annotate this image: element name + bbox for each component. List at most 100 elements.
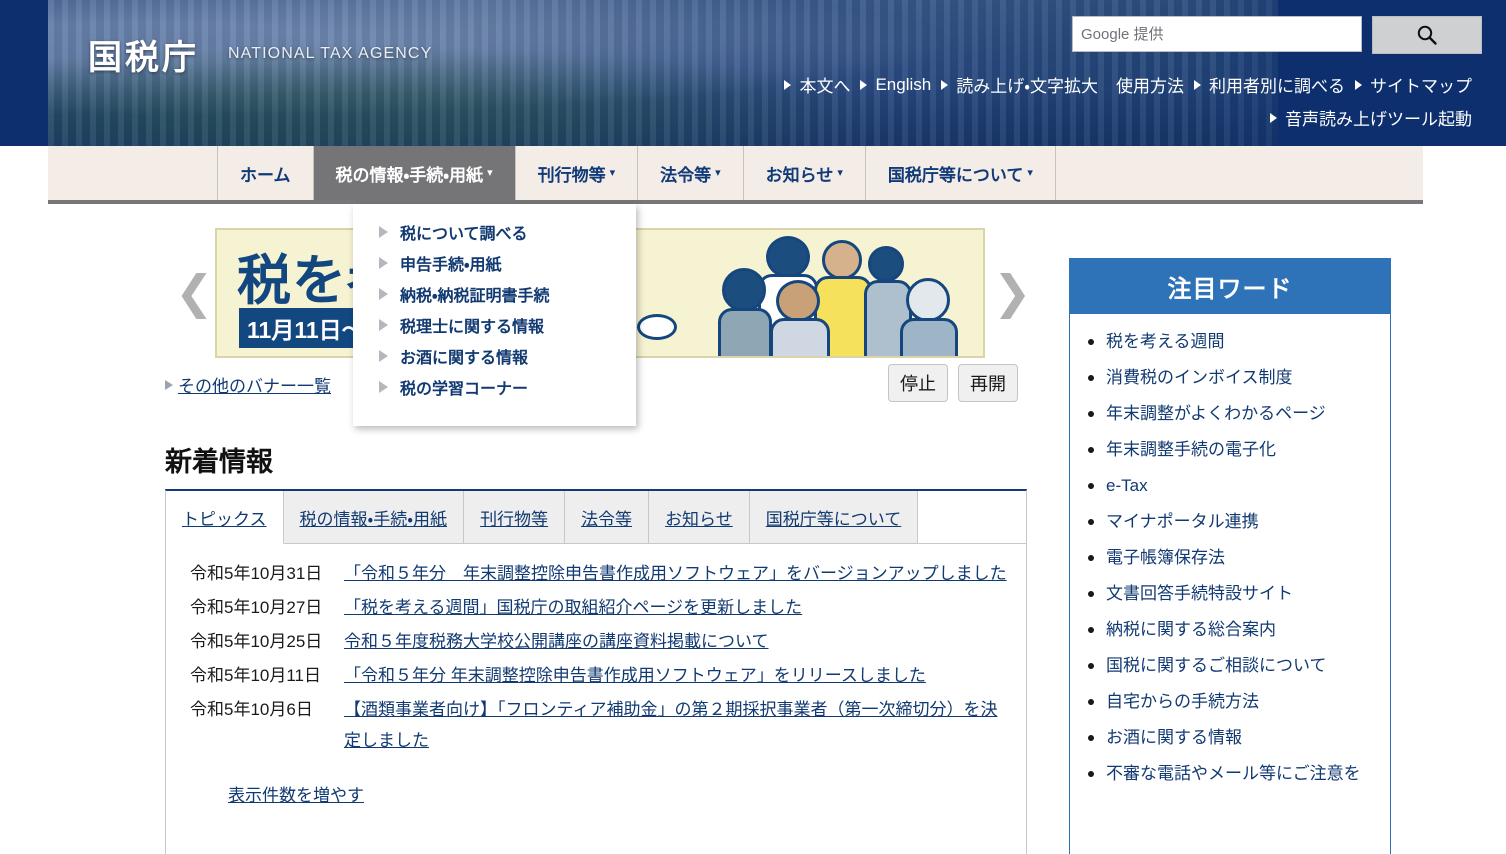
news-item: 令和5年10月11日 「令和５年分 年末調整控除申告書作成用ソフトウェア」をリリ… xyxy=(184,660,1008,691)
nav-item-laws[interactable]: 法令等 ▾ xyxy=(638,146,744,200)
dropdown-item-payment-certificate[interactable]: 納税・納税証明書手続 xyxy=(353,278,636,309)
triangle-bullet-icon xyxy=(1355,79,1362,90)
nav-item-label: 国税庁等について xyxy=(887,165,1024,185)
global-nav: ホーム 税の情報・手続・用紙 ▾ 刊行物等 ▾ 法令等 ▾ お知らせ ▾ 国税庁… xyxy=(48,146,1423,204)
dropdown-item-filing-forms[interactable]: 申告手続・用紙 xyxy=(353,247,636,278)
nav-dropdown-tax-info: 税について調べる 申告手続・用紙 納税・納税証明書手続 税理士に関する情報 お酒… xyxy=(353,204,636,426)
news-item-link[interactable]: 「令和５年分 年末調整控除申告書作成用ソフトウェア」をリリースしました xyxy=(344,660,1008,691)
tab-notices[interactable]: お知らせ xyxy=(649,491,750,543)
news-item-link[interactable]: 令和５年度税務大学校公開講座の講座資料掲載について xyxy=(344,626,1008,657)
dropdown-item-label: 税の学習コーナー xyxy=(400,380,529,398)
nav-item-about-nta[interactable]: 国税庁等について ▾ xyxy=(866,146,1056,200)
keyword-item-year-end-digital[interactable]: 年末調整手続の電子化 xyxy=(1080,436,1380,463)
news-item-date: 令和5年10月11日 xyxy=(190,666,322,685)
tabs-filler xyxy=(918,491,1026,543)
carousel-stop-button[interactable]: 停止 xyxy=(888,364,948,402)
news-tabs: トピックス 税の情報・手続・用紙 刊行物等 法令等 お知らせ 国税庁等について xyxy=(166,491,1026,544)
util-link-voice-tool[interactable]: 音声読み上げツール起動 xyxy=(1283,105,1480,130)
carousel-resume-button[interactable]: 再開 xyxy=(958,364,1018,402)
keyword-item-home-procedure[interactable]: 自宅からの手続方法 xyxy=(1080,688,1380,715)
dropdown-item-label: お酒に関する情報 xyxy=(400,349,529,367)
carousel-next-button[interactable]: ❯ xyxy=(993,266,1032,318)
keyword-item-invoice[interactable]: 消費税のインボイス制度 xyxy=(1080,364,1380,391)
keyword-item-scam-warning[interactable]: 不審な電話やメール等にご注意を xyxy=(1080,760,1380,787)
tab-topics[interactable]: トピックス xyxy=(166,491,284,544)
tab-publications[interactable]: 刊行物等 xyxy=(464,491,566,543)
nav-item-label: 税の情報・手続・用紙 xyxy=(335,165,484,185)
util-link-sitemap[interactable]: サイトマップ xyxy=(1368,72,1480,97)
dropdown-item-research-tax[interactable]: 税について調べる xyxy=(353,216,636,247)
keyword-item-year-end-adjust-page[interactable]: 年末調整がよくわかるページ xyxy=(1080,400,1380,427)
carousel-prev-button[interactable]: ❮ xyxy=(175,266,214,318)
news-item: 令和5年10月31日 「令和５年分 年末調整控除申告書作成用ソフトウェア」をバー… xyxy=(184,558,1008,589)
util-link-readaloud-zoom[interactable]: 読み上げ・文字拡大 xyxy=(954,72,1106,97)
news-item-date: 令和5年10月6日 xyxy=(190,700,313,719)
keyword-item-etax[interactable]: e-Tax xyxy=(1080,472,1380,499)
dropdown-item-label: 税について調べる xyxy=(400,225,528,243)
site-header: 国税庁 NATIONAL TAX AGENCY 本文へ English xyxy=(0,0,1506,146)
keyword-item-tax-week[interactable]: 税を考える週間 xyxy=(1080,328,1380,355)
nav-item-notices[interactable]: お知らせ ▾ xyxy=(744,146,866,200)
dropdown-item-label: 納税・納税証明書手続 xyxy=(400,287,550,305)
keyword-item-payment-guide[interactable]: 納税に関する総合案内 xyxy=(1080,616,1380,643)
carousel-controls: 停止 再開 xyxy=(888,364,1018,402)
utility-nav-row-2: 音声読み上げツール起動 xyxy=(784,105,1480,130)
tab-about-nta[interactable]: 国税庁等について xyxy=(749,491,919,543)
tab-label: トピックス xyxy=(182,509,267,529)
dropdown-item-learning-corner[interactable]: 税の学習コーナー xyxy=(353,371,636,402)
util-link-honbun[interactable]: 本文へ xyxy=(797,72,858,97)
other-banners-link[interactable]: その他のバナー一覧 xyxy=(178,372,331,397)
keyword-item-alcohol-info[interactable]: お酒に関する情報 xyxy=(1080,724,1380,751)
triangle-bullet-icon xyxy=(379,256,388,269)
keyword-item-ebook-law[interactable]: 電子帳簿保存法 xyxy=(1080,544,1380,571)
chevron-down-icon: ▾ xyxy=(609,166,616,179)
triangle-bullet-icon xyxy=(379,287,388,300)
nav-item-label: ホーム xyxy=(240,165,291,185)
keyword-item-consultation[interactable]: 国税に関するご相談について xyxy=(1080,652,1380,679)
triangle-bullet-icon xyxy=(860,79,868,90)
tab-label: 刊行物等 xyxy=(480,509,549,529)
news-item-link[interactable]: 「令和５年分 年末調整控除申告書作成用ソフトウェア」をバージョンアップしました xyxy=(344,558,1008,589)
news-item-link[interactable]: 「税を考える週間」国税庁の取組紹介ページを更新しました xyxy=(344,592,1008,623)
news-item: 令和5年10月25日 令和５年度税務大学校公開講座の講座資料掲載について xyxy=(184,626,1008,657)
sidebar-title: 注目ワード xyxy=(1069,258,1391,314)
show-more-link[interactable]: 表示件数を増やす xyxy=(228,781,364,806)
news-item-date: 令和5年10月27日 xyxy=(190,598,323,617)
nav-item-publications[interactable]: 刊行物等 ▾ xyxy=(516,146,639,200)
chevron-down-icon: ▾ xyxy=(715,166,721,179)
dropdown-item-label: 申告手続・用紙 xyxy=(400,256,502,274)
triangle-bullet-icon xyxy=(379,380,388,393)
tab-label: 法令等 xyxy=(581,509,633,529)
utility-nav-row-1: 本文へ English 読み上げ・文字拡大 使用方法 利用者別に調べる サイトマ… xyxy=(784,72,1480,97)
news-list: 令和5年10月31日 「令和５年分 年末調整控除申告書作成用ソフトウェア」をバー… xyxy=(166,544,1026,806)
utility-nav: 本文へ English 読み上げ・文字拡大 使用方法 利用者別に調べる サイトマ… xyxy=(784,72,1480,130)
news-item: 令和5年10月6日 【酒類事業者向け】「フロンティア補助金」の第２期採択事業者（… xyxy=(184,694,1008,756)
search-button[interactable] xyxy=(1372,16,1482,54)
tab-tax-info[interactable]: 税の情報・手続・用紙 xyxy=(283,491,465,543)
news-item-date: 令和5年10月25日 xyxy=(190,632,323,651)
triangle-bullet-icon xyxy=(941,79,949,90)
tab-label: 国税庁等について xyxy=(765,509,902,529)
util-link-english[interactable]: English xyxy=(873,75,939,95)
triangle-bullet-icon xyxy=(165,379,173,390)
triangle-bullet-icon xyxy=(379,225,388,238)
chevron-down-icon: ▾ xyxy=(487,166,493,179)
dropdown-item-alcohol[interactable]: お酒に関する情報 xyxy=(353,340,636,371)
search-input[interactable] xyxy=(1072,16,1362,52)
news-panel: トピックス 税の情報・手続・用紙 刊行物等 法令等 お知らせ 国税庁等について xyxy=(165,489,1027,854)
news-item-link[interactable]: 【酒類事業者向け】「フロンティア補助金」の第２期採択事業者（第一次締切分）を決定… xyxy=(344,694,1008,756)
triangle-bullet-icon xyxy=(1194,79,1201,90)
keyword-item-myna-portal[interactable]: マイナポータル連携 xyxy=(1080,508,1380,535)
tab-label: お知らせ xyxy=(665,509,733,529)
site-logo-jp[interactable]: 国税庁 xyxy=(88,30,199,79)
util-link-usage[interactable]: 使用方法 xyxy=(1108,72,1192,97)
nav-item-home[interactable]: ホーム xyxy=(218,146,314,200)
keyword-item-doc-reply-site[interactable]: 文書回答手続特設サイト xyxy=(1080,580,1380,607)
util-link-by-user[interactable]: 利用者別に調べる xyxy=(1207,72,1353,97)
nav-item-tax-info[interactable]: 税の情報・手続・用紙 ▾ xyxy=(313,146,516,200)
nav-item-label: 法令等 xyxy=(660,165,712,185)
tab-laws[interactable]: 法令等 xyxy=(565,491,650,543)
sidebar-body: 税を考える週間 消費税のインボイス制度 年末調整がよくわかるページ 年末調整手続… xyxy=(1069,314,1391,854)
dropdown-item-tax-accountant[interactable]: 税理士に関する情報 xyxy=(353,309,636,340)
search-icon xyxy=(1416,24,1438,46)
